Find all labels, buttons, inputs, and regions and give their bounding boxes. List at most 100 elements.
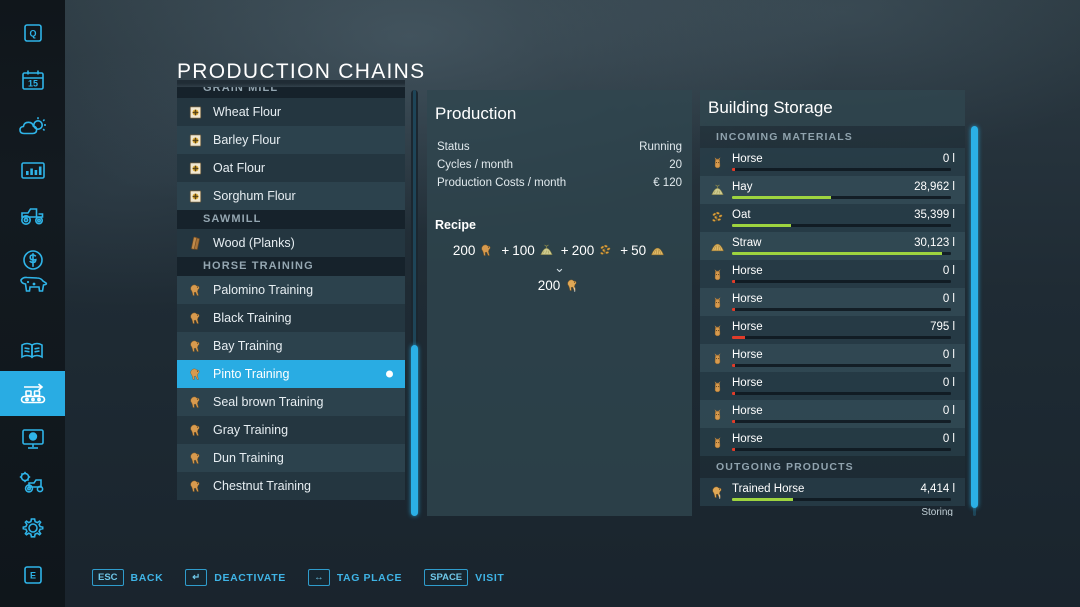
documents-icon <box>18 337 48 363</box>
storage-fill-bar <box>732 252 951 255</box>
svg-text:E: E <box>29 570 35 580</box>
footer-action-label: DEACTIVATE <box>214 572 286 584</box>
sidebar-item-keycap-e[interactable]: E <box>0 552 65 597</box>
sidebar-item-calendar[interactable]: 15 <box>0 57 65 102</box>
list-item-bay-training[interactable]: Bay Training <box>177 332 405 360</box>
gear-icon <box>20 515 46 541</box>
list-item-gray-training[interactable]: Gray Training <box>177 416 405 444</box>
sidebar-item-animals[interactable] <box>0 262 65 307</box>
footer-action[interactable]: SPACEVISIT <box>424 569 504 586</box>
recipe-input-amount: 50 <box>631 243 646 258</box>
production-list-scrollbar[interactable] <box>411 90 418 516</box>
recipe-arrow-icon: ⌄ <box>427 261 692 275</box>
horse-icon <box>185 309 205 327</box>
footer-action[interactable]: ↔TAG PLACE <box>308 569 402 586</box>
horse-head-icon <box>708 377 726 395</box>
production-stat-label: Status <box>437 138 470 156</box>
keycap-enter: ↵ <box>185 569 207 586</box>
list-item-label: Oat Flour <box>213 161 265 175</box>
list-group-header: SAWMILL <box>177 210 405 229</box>
oat-icon <box>597 243 614 259</box>
helper-board-icon <box>19 426 47 452</box>
storage-row-amount: 30,123 l <box>914 237 955 249</box>
scrollbar-thumb[interactable] <box>411 345 418 516</box>
production-stat-label: Cycles / month <box>437 156 513 174</box>
list-item-chestnut-training[interactable]: Chestnut Training <box>177 472 405 500</box>
production-list[interactable]: GRAIN MILLWheat FlourBarley FlourOat Flo… <box>177 87 405 516</box>
left-nav-rail: Q 15 <box>0 0 65 607</box>
sidebar-item-map-overview[interactable]: Q <box>0 10 65 55</box>
scrollbar-thumb[interactable] <box>971 126 978 508</box>
storage-row-amount: 0 l <box>943 349 955 361</box>
building-storage-panel: Building Storage INCOMING MATERIALS Horse… <box>700 90 965 516</box>
keycap-e-icon: E <box>21 563 45 587</box>
flour-bag-icon <box>185 159 205 177</box>
production-stat-label: Production Costs / month <box>437 174 566 192</box>
production-stat-row: StatusRunning <box>437 138 682 156</box>
building-storage-scrollbar[interactable] <box>971 126 978 516</box>
list-item-seal-brown-training[interactable]: Seal brown Training <box>177 388 405 416</box>
weather-sun-cloud-icon <box>18 114 48 140</box>
footer-actions: ESCBACK ↵ DEACTIVATE ↔TAG PLACE SPACEVISIT <box>92 569 504 586</box>
list-item-sorghum-flour[interactable]: Sorghum Flour <box>177 182 405 210</box>
storage-row-amount: 0 l <box>943 153 955 165</box>
storage-row: Trained Horse4,414 l <box>700 478 965 506</box>
calendar-15-icon: 15 <box>20 68 46 92</box>
storage-row: Hay28,962 l <box>700 176 965 204</box>
list-item-wheat-flour[interactable]: Wheat Flour <box>177 98 405 126</box>
horse-icon <box>185 449 205 467</box>
storage-row: Straw30,123 l <box>700 232 965 260</box>
storage-row: Horse0 l <box>700 344 965 372</box>
list-item-pinto-training[interactable]: Pinto Training <box>177 360 405 388</box>
list-item-barley-flour[interactable]: Barley Flour <box>177 126 405 154</box>
sidebar-item-production-chains[interactable] <box>0 371 65 416</box>
recipe-input-amount: 100 <box>512 243 535 258</box>
list-item-oat-flour[interactable]: Oat Flour <box>177 154 405 182</box>
recipe-output-amount: 200 <box>538 278 561 293</box>
sidebar-item-ai-workers[interactable] <box>0 416 65 461</box>
list-item-label: Barley Flour <box>213 133 280 147</box>
conveyor-belt-icon <box>17 381 49 407</box>
storage-fill-bar <box>732 336 951 339</box>
list-item-wood-planks[interactable]: Wood (Planks) <box>177 229 405 257</box>
storage-section-header: OUTGOING PRODUCTS <box>700 456 965 478</box>
oat-icon <box>708 209 726 227</box>
keycap-space: SPACE <box>424 569 468 586</box>
footer-action[interactable]: ESCBACK <box>92 569 163 586</box>
sidebar-item-game-settings[interactable] <box>0 505 65 550</box>
sidebar-item-statistics[interactable] <box>0 147 65 192</box>
footer-action[interactable]: ↵ DEACTIVATE <box>185 569 286 586</box>
bar-chart-icon <box>19 159 47 181</box>
list-item-dun-training[interactable]: Dun Training <box>177 444 405 472</box>
sidebar-item-vehicle-settings[interactable] <box>0 459 65 504</box>
sidebar-item-contracts[interactable] <box>0 327 65 372</box>
horse-head-icon <box>708 153 726 171</box>
horse-icon <box>478 242 495 259</box>
building-storage-header: Building Storage <box>700 90 965 126</box>
building-storage-title: Building Storage <box>708 98 833 118</box>
storage-row-label: Horse <box>732 293 943 305</box>
trained-horse-icon <box>708 483 726 501</box>
horse-icon <box>185 365 205 383</box>
horse-icon <box>185 281 205 299</box>
page-title: PRODUCTION CHAINS <box>177 60 425 84</box>
list-item-label: Wheat Flour <box>213 105 281 119</box>
storage-row-amount: 795 l <box>930 321 955 333</box>
cow-icon <box>16 272 50 298</box>
svg-text:Q: Q <box>29 28 36 38</box>
storage-row-label: Oat <box>732 209 914 221</box>
storage-fill-bar <box>732 420 951 423</box>
storage-row-amount: 0 l <box>943 293 955 305</box>
list-item-label: Seal brown Training <box>213 395 323 409</box>
storage-section-header: INCOMING MATERIALS <box>700 126 965 148</box>
horse-head-icon <box>708 321 726 339</box>
sidebar-item-weather[interactable] <box>0 104 65 149</box>
list-item-black-training[interactable]: Black Training <box>177 304 405 332</box>
recipe-output: 200 <box>427 277 692 294</box>
list-item-palomino-training[interactable]: Palomino Training <box>177 276 405 304</box>
flour-bag-icon <box>185 131 205 149</box>
recipe-inputs: 200+100+200+50 <box>427 242 692 259</box>
sidebar-item-vehicles[interactable] <box>0 192 65 237</box>
storage-fill-bar <box>732 196 951 199</box>
storage-row: Horse795 l <box>700 316 965 344</box>
